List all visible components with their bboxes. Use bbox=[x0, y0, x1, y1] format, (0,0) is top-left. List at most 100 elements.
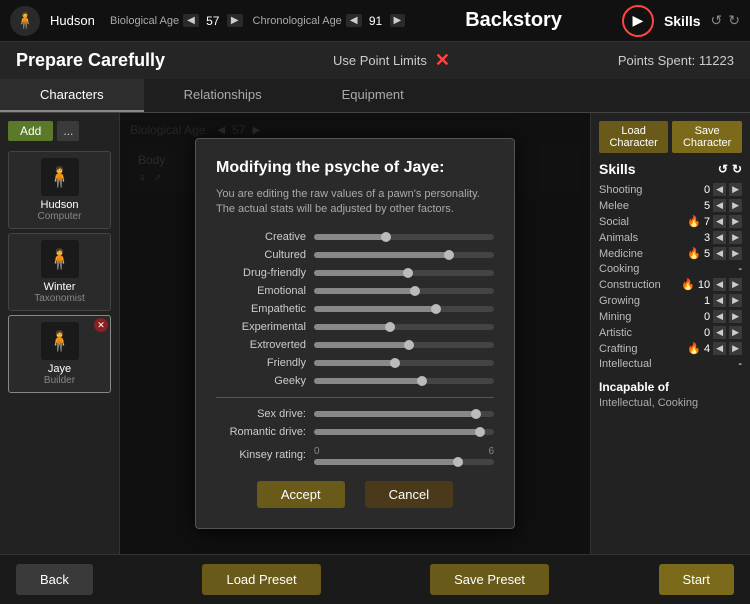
skill-dec-melee[interactable]: ◀ bbox=[713, 199, 726, 212]
load-preset-button[interactable]: Load Preset bbox=[202, 564, 320, 595]
char-name-hudson: Hudson bbox=[41, 199, 79, 211]
skill-row-shooting: Shooting 0 ◀ ▶ bbox=[599, 183, 742, 196]
skill-inc-shooting[interactable]: ▶ bbox=[729, 183, 742, 196]
skill-dec-mining[interactable]: ◀ bbox=[713, 310, 726, 323]
skill-dec-artistic[interactable]: ◀ bbox=[713, 326, 726, 339]
trait-row-experimental: Experimental bbox=[216, 321, 494, 333]
character-card-winter[interactable]: 🧍 Winter Taxonomist bbox=[8, 233, 111, 311]
char-name-jaye: Jaye bbox=[48, 363, 71, 375]
skill-val-group-shooting: 0 ◀ ▶ bbox=[704, 183, 742, 196]
bio-age-increase[interactable]: ▶ bbox=[227, 14, 243, 27]
skill-dec-growing[interactable]: ◀ bbox=[713, 294, 726, 307]
skill-val-group-artistic: 0 ◀ ▶ bbox=[704, 326, 742, 339]
skill-inc-growing[interactable]: ▶ bbox=[729, 294, 742, 307]
trait-fill-geeky bbox=[314, 378, 422, 384]
trait-thumb-geeky bbox=[417, 376, 427, 386]
load-character-button[interactable]: Load Character bbox=[599, 121, 668, 153]
chron-age-decrease[interactable]: ◀ bbox=[346, 14, 362, 27]
accept-button[interactable]: Accept bbox=[257, 481, 345, 508]
trait-row-extroverted: Extroverted bbox=[216, 339, 494, 351]
skills-refresh-icon[interactable]: ↻ bbox=[732, 162, 742, 176]
skill-inc-construction[interactable]: ▶ bbox=[729, 278, 742, 291]
modal-buttons: Accept Cancel bbox=[216, 481, 494, 508]
save-character-button[interactable]: Save Character bbox=[672, 121, 742, 153]
skill-inc-melee[interactable]: ▶ bbox=[729, 199, 742, 212]
skills-controls: ↺ ↻ bbox=[718, 162, 742, 176]
skill-inc-mining[interactable]: ▶ bbox=[729, 310, 742, 323]
bio-age-group: Biological Age ◀ 57 ▶ bbox=[110, 14, 243, 28]
chron-age-increase[interactable]: ▶ bbox=[390, 14, 406, 27]
skill-name-melee: Melee bbox=[599, 200, 629, 212]
character-card-jaye[interactable]: ✕ 🧍 Jaye Builder bbox=[8, 315, 111, 393]
trait-slider-emotional[interactable] bbox=[314, 288, 494, 294]
add-character-button[interactable]: Add bbox=[8, 121, 53, 141]
skill-refresh-icon[interactable]: ↻ bbox=[728, 12, 740, 29]
kinsey-row: Kinsey rating: 0 6 bbox=[216, 444, 494, 465]
trait-slider-friendly[interactable] bbox=[314, 360, 494, 366]
skill-dec-shooting[interactable]: ◀ bbox=[713, 183, 726, 196]
skill-inc-medicine[interactable]: ▶ bbox=[729, 247, 742, 260]
trait-row-drug-friendly: Drug-friendly bbox=[216, 267, 494, 279]
trait-slider-extroverted[interactable] bbox=[314, 342, 494, 348]
play-button[interactable]: ▶ bbox=[622, 5, 654, 37]
skill-value-mining: 0 bbox=[704, 311, 710, 323]
skill-dec-medicine[interactable]: ◀ bbox=[713, 247, 726, 260]
skill-inc-crafting[interactable]: ▶ bbox=[729, 342, 742, 355]
tab-characters[interactable]: Characters bbox=[0, 79, 144, 112]
save-preset-button[interactable]: Save Preset bbox=[430, 564, 549, 595]
kinsey-numbers: 0 6 bbox=[314, 446, 494, 457]
main-area: Prepare Carefully Use Point Limits ✕ Poi… bbox=[0, 42, 750, 554]
chron-age-label: Chronological Age bbox=[253, 15, 342, 27]
skill-inc-artistic[interactable]: ▶ bbox=[729, 326, 742, 339]
trait-slider-experimental[interactable] bbox=[314, 324, 494, 330]
skill-dec-social[interactable]: ◀ bbox=[713, 215, 726, 228]
trait-slider-geeky[interactable] bbox=[314, 378, 494, 384]
skill-icons: ↺ ↻ bbox=[711, 12, 740, 29]
trait-row-creative: Creative bbox=[216, 231, 494, 243]
skill-value-growing: 1 bbox=[704, 295, 710, 307]
start-button[interactable]: Start bbox=[659, 564, 734, 595]
trait-slider-empathetic[interactable] bbox=[314, 306, 494, 312]
trait-fill-drug-friendly bbox=[314, 270, 408, 276]
char-name-winter: Winter bbox=[44, 281, 76, 293]
romantic-drive-row: Romantic drive: bbox=[216, 426, 494, 438]
skill-row-melee: Melee 5 ◀ ▶ bbox=[599, 199, 742, 212]
skill-reset-icon[interactable]: ↺ bbox=[711, 12, 723, 29]
psyche-modal: Modifying the psyche of Jaye: You are ed… bbox=[195, 138, 515, 530]
sex-drive-slider[interactable] bbox=[314, 411, 494, 417]
skill-row-construction: Construction 🔥 10 ◀ ▶ bbox=[599, 278, 742, 291]
close-point-limits-icon[interactable]: ✕ bbox=[435, 50, 450, 71]
skill-value-shooting: 0 bbox=[704, 184, 710, 196]
kinsey-slider[interactable] bbox=[314, 459, 494, 465]
delete-jaye-icon[interactable]: ✕ bbox=[94, 318, 108, 332]
skill-row-social: Social 🔥 7 ◀ ▶ bbox=[599, 215, 742, 228]
char-role-jaye: Builder bbox=[44, 375, 75, 386]
trait-slider-cultured[interactable] bbox=[314, 252, 494, 258]
trait-thumb-creative bbox=[381, 232, 391, 242]
skill-dec-animals[interactable]: ◀ bbox=[713, 231, 726, 244]
trait-label-empathetic: Empathetic bbox=[216, 303, 306, 315]
center-content: Biological Age ◀ 57 ▶ Body ♀ ♂ bbox=[120, 113, 590, 554]
trait-thumb-drug-friendly bbox=[403, 268, 413, 278]
character-list: Add ... 🧍 Hudson Computer 🧍 Winter Taxon… bbox=[0, 113, 120, 554]
tab-relationships[interactable]: Relationships bbox=[144, 79, 302, 112]
bio-age-decrease[interactable]: ◀ bbox=[183, 14, 199, 27]
modal-title: Modifying the psyche of Jaye: bbox=[216, 159, 494, 177]
trait-slider-creative[interactable] bbox=[314, 234, 494, 240]
trait-slider-drug-friendly[interactable] bbox=[314, 270, 494, 276]
skills-reset-icon[interactable]: ↺ bbox=[718, 162, 728, 176]
cancel-button[interactable]: Cancel bbox=[365, 481, 453, 508]
skill-val-group-medicine: 🔥 5 ◀ ▶ bbox=[687, 247, 742, 260]
skill-inc-animals[interactable]: ▶ bbox=[729, 231, 742, 244]
skill-dec-construction[interactable]: ◀ bbox=[713, 278, 726, 291]
back-button[interactable]: Back bbox=[16, 564, 93, 595]
skill-name-medicine: Medicine bbox=[599, 248, 643, 260]
skill-inc-social[interactable]: ▶ bbox=[729, 215, 742, 228]
tab-equipment[interactable]: Equipment bbox=[302, 79, 444, 112]
page-section-title: Backstory bbox=[415, 9, 612, 32]
skill-dec-crafting[interactable]: ◀ bbox=[713, 342, 726, 355]
character-card-hudson[interactable]: 🧍 Hudson Computer bbox=[8, 151, 111, 229]
more-options-button[interactable]: ... bbox=[57, 121, 79, 141]
romantic-drive-slider[interactable] bbox=[314, 429, 494, 435]
trait-fill-empathetic bbox=[314, 306, 436, 312]
